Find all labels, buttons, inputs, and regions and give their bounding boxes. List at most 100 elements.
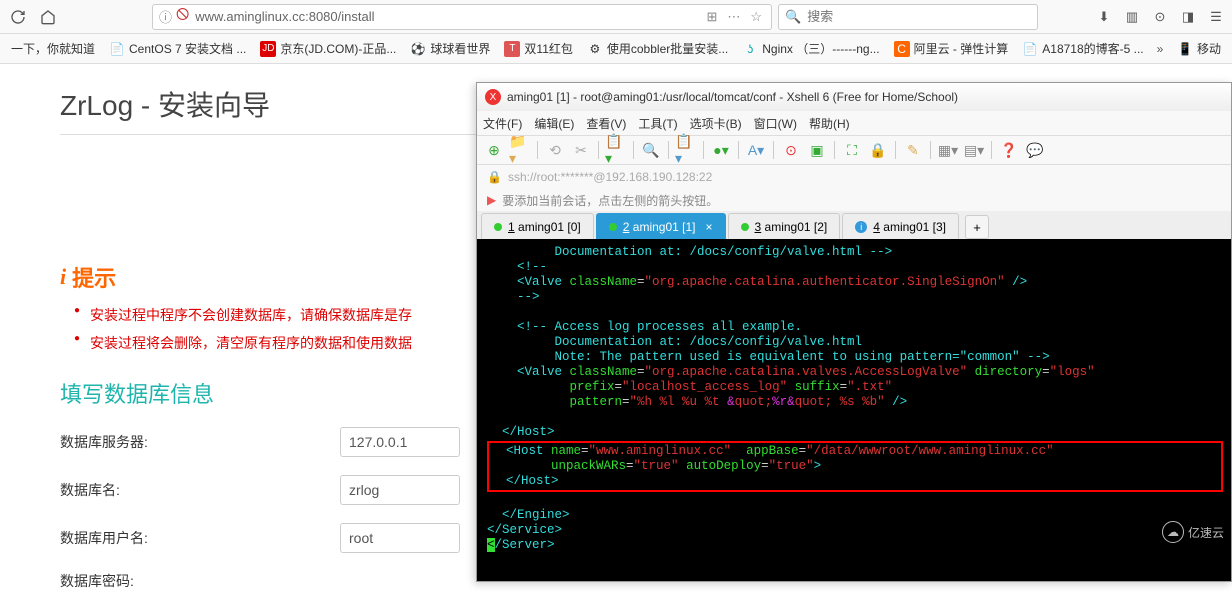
home-icon[interactable] — [36, 5, 60, 29]
disconnect-icon[interactable]: ✂ — [570, 139, 592, 161]
flag-icon: ▶ — [487, 193, 496, 207]
chat-icon[interactable]: 💬 — [1024, 139, 1046, 161]
bookmark-more-icon[interactable]: » — [1157, 42, 1164, 56]
search-icon[interactable]: 🔍 — [640, 139, 662, 161]
library-icon[interactable]: ▥ — [1122, 7, 1142, 27]
color-icon[interactable]: ●▾ — [710, 139, 732, 161]
menu-view[interactable]: 查看(V) — [586, 115, 626, 132]
lock-icon: 🔒 — [487, 170, 502, 184]
reader-icon[interactable]: ⊞ — [703, 9, 720, 25]
more-icon[interactable]: ⋯ — [724, 9, 743, 25]
tab-label: aming01 [1] — [633, 220, 696, 234]
info-dot-icon: i — [855, 221, 867, 233]
separator — [703, 141, 704, 159]
bookmark-item-t[interactable]: T双11红包 — [499, 38, 577, 59]
menu-icon[interactable]: ☰ — [1206, 7, 1226, 27]
layout2-icon[interactable]: ▤▾ — [963, 139, 985, 161]
ssh-address: ssh://root:*******@192.168.190.128:22 — [508, 170, 712, 184]
bookmark-label: A18718的博客-5 ... — [1042, 40, 1143, 57]
page-icon: 📄 — [1022, 41, 1038, 57]
ball-icon: ⚽ — [410, 41, 426, 57]
hint-title-text: 提示 — [72, 261, 116, 293]
db-server-input[interactable] — [340, 427, 460, 457]
tab-label: aming01 [2] — [765, 220, 828, 234]
terminal-icon[interactable]: ▣ — [806, 139, 828, 161]
open-icon[interactable]: 📁▾ — [509, 139, 531, 161]
copy-icon[interactable]: 📋▾ — [675, 139, 697, 161]
new-session-icon[interactable]: ⊕ — [483, 139, 505, 161]
fullscreen-icon[interactable]: ⛶ — [841, 139, 863, 161]
help-icon[interactable]: ❓ — [998, 139, 1020, 161]
highlight-icon[interactable]: ✎ — [902, 139, 924, 161]
url-bar[interactable]: ⓘ 🛇 ⊞ ⋯ ☆ — [152, 4, 772, 30]
bookmark-item-nginx[interactable]: ʖNginx （三）------ng... — [737, 38, 884, 59]
page-icon: 📄 — [109, 41, 125, 57]
menu-window[interactable]: 窗口(W) — [754, 115, 797, 132]
xshell-tab-0[interactable]: 1 aming01 [0] — [481, 213, 594, 239]
menu-file[interactable]: 文件(F) — [483, 115, 522, 132]
reload-icon[interactable] — [6, 5, 30, 29]
xftp-icon[interactable]: ⊙ — [780, 139, 802, 161]
properties-icon[interactable]: 📋▾ — [605, 139, 627, 161]
bookmark-label: CentOS 7 安装文档 ... — [129, 40, 246, 57]
download-icon[interactable]: ⬇ — [1094, 7, 1114, 27]
separator — [598, 141, 599, 159]
xshell-titlebar[interactable]: X aming01 [1] - root@aming01:/usr/local/… — [477, 83, 1231, 111]
separator — [537, 141, 538, 159]
tab-label: aming01 [0] — [518, 220, 581, 234]
bookmark-item-jd[interactable]: JD京东(JD.COM)-正品... — [255, 38, 401, 59]
xshell-add-tip: ▶ 要添加当前会话，点击左侧的箭头按钮。 — [477, 189, 1231, 211]
bookmark-label: 球球看世界 — [430, 40, 490, 57]
menu-edit[interactable]: 编辑(E) — [534, 115, 574, 132]
separator — [834, 141, 835, 159]
watermark-text: 亿速云 — [1188, 524, 1224, 541]
info-icon: i — [60, 264, 66, 290]
bookmark-intro[interactable]: 一下，你就知道 — [6, 38, 100, 59]
add-tab-button[interactable]: + — [965, 215, 989, 239]
addon-icon[interactable]: ⊙ — [1150, 7, 1170, 27]
close-icon[interactable]: × — [706, 220, 713, 234]
status-dot-icon — [609, 223, 617, 231]
xshell-tab-3[interactable]: i4 aming01 [3] — [842, 213, 959, 239]
xshell-terminal[interactable]: Documentation at: /docs/config/valve.htm… — [477, 239, 1231, 581]
browser-toolbar: ⓘ 🛇 ⊞ ⋯ ☆ 🔍 ⬇ ▥ ⊙ ◨ ☰ — [0, 0, 1232, 34]
font-icon[interactable]: A▾ — [745, 139, 767, 161]
bookmark-item-centos[interactable]: 📄CentOS 7 安装文档 ... — [104, 38, 251, 59]
jd-icon: JD — [260, 41, 276, 57]
reconnect-icon[interactable]: ⟲ — [544, 139, 566, 161]
menu-tools[interactable]: 工具(T) — [638, 115, 677, 132]
db-name-input[interactable] — [340, 475, 460, 505]
form-label: 数据库服务器: — [60, 432, 250, 452]
separator — [991, 141, 992, 159]
bookmark-label: 京东(JD.COM)-正品... — [280, 40, 396, 57]
form-label: 数据库名: — [60, 480, 250, 500]
bookmark-mobile[interactable]: 📱移动 — [1172, 38, 1226, 59]
status-dot-icon — [741, 223, 749, 231]
sidebar-icon[interactable]: ◨ — [1178, 7, 1198, 27]
status-dot-icon — [494, 223, 502, 231]
layout1-icon[interactable]: ▦▾ — [937, 139, 959, 161]
lock-icon[interactable]: 🔒 — [867, 139, 889, 161]
search-input[interactable] — [807, 9, 1031, 24]
menu-tabs[interactable]: 选项卡(B) — [690, 115, 742, 132]
db-user-input[interactable] — [340, 523, 460, 553]
xshell-menubar: 文件(F) 编辑(E) 查看(V) 工具(T) 选项卡(B) 窗口(W) 帮助(… — [477, 111, 1231, 135]
bookmark-item-ball[interactable]: ⚽球球看世界 — [405, 38, 495, 59]
info-icon[interactable]: ⓘ 🛇 — [159, 6, 189, 28]
mobile-icon: 📱 — [1177, 41, 1193, 57]
bookmark-label: Nginx （三）------ng... — [762, 40, 879, 57]
bookmark-item-cobbler[interactable]: ⚙使用cobbler批量安装... — [582, 38, 733, 59]
bookmark-item-blog[interactable]: 📄A18718的博客-5 ... — [1017, 38, 1148, 59]
xshell-tab-1[interactable]: 2 aming01 [1]× — [596, 213, 726, 239]
tip-text: 要添加当前会话，点击左侧的箭头按钮。 — [502, 192, 718, 209]
xshell-title: aming01 [1] - root@aming01:/usr/local/to… — [507, 90, 958, 104]
bookmark-label: 双11红包 — [524, 40, 572, 57]
url-input[interactable] — [195, 9, 697, 24]
menu-help[interactable]: 帮助(H) — [809, 115, 850, 132]
search-bar[interactable]: 🔍 — [778, 4, 1038, 30]
bookmark-item-aliyun[interactable]: C阿里云 - 弹性计算 — [889, 38, 1014, 59]
separator — [895, 141, 896, 159]
xshell-tab-2[interactable]: 3 aming01 [2] — [728, 213, 841, 239]
bookmark-star-icon[interactable]: ☆ — [747, 9, 765, 25]
separator — [668, 141, 669, 159]
